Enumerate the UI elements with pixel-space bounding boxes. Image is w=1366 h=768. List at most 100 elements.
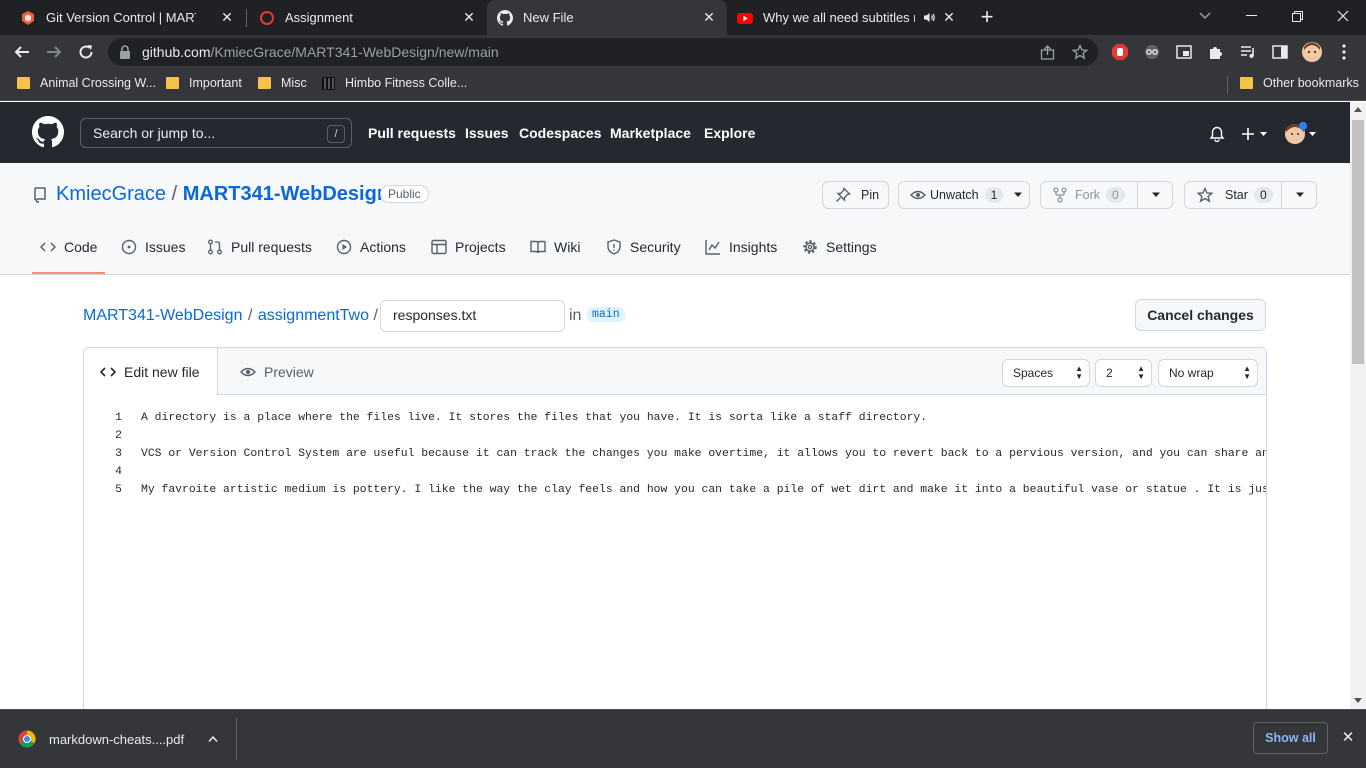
user-avatar-icon[interactable] bbox=[1284, 122, 1320, 146]
search-shortcut-key: / bbox=[327, 125, 345, 143]
create-new-plus-icon[interactable] bbox=[1241, 126, 1269, 142]
bookmark-animal-crossing[interactable]: Animal Crossing W... bbox=[17, 76, 156, 90]
bookmark-misc[interactable]: Misc bbox=[258, 76, 307, 90]
tab-security[interactable]: Security bbox=[606, 239, 681, 255]
tab-git-version-control[interactable]: Git Version Control | MART 341 In ✕ bbox=[0, 0, 245, 35]
picture-in-picture-icon[interactable] bbox=[1174, 42, 1194, 62]
branch-badge: main bbox=[587, 307, 625, 322]
new-tab-button[interactable]: + bbox=[977, 5, 997, 29]
caret-down-icon[interactable] bbox=[1013, 192, 1023, 198]
tab-assignment[interactable]: Assignment ✕ bbox=[247, 0, 487, 35]
fork-button[interactable]: Fork 0 bbox=[1040, 181, 1173, 209]
address-bar[interactable]: github.com/KmiecGrace/MART341-WebDesign/… bbox=[108, 38, 1098, 66]
tab-preview[interactable]: Preview bbox=[218, 348, 314, 396]
tab-search-icon[interactable] bbox=[1182, 0, 1228, 32]
pin-label: Pin bbox=[861, 188, 880, 202]
chrome-menu-icon[interactable] bbox=[1334, 42, 1354, 62]
tab-projects[interactable]: Projects bbox=[431, 239, 506, 255]
tab-wiki[interactable]: Wiki bbox=[530, 239, 580, 255]
extensions-puzzle-icon[interactable] bbox=[1206, 42, 1226, 62]
url-path: /KmiecGrace/MART341-WebDesign/new/main bbox=[210, 44, 499, 60]
page-scrollbar[interactable] bbox=[1350, 102, 1366, 709]
window-close-icon[interactable] bbox=[1320, 0, 1366, 32]
indent-size-select[interactable]: 2 ▲ ▼ bbox=[1095, 359, 1152, 387]
reload-icon[interactable] bbox=[72, 38, 100, 66]
tab-actions[interactable]: Actions bbox=[336, 239, 406, 255]
close-tab-icon[interactable]: ✕ bbox=[701, 9, 717, 25]
wrap-mode-select[interactable]: No wrap ▲ ▼ bbox=[1158, 359, 1258, 387]
issue-icon bbox=[121, 239, 137, 255]
bookmark-important[interactable]: Important bbox=[166, 76, 242, 90]
close-download-bar-icon[interactable]: ✕ bbox=[1338, 728, 1358, 748]
cancel-changes-button[interactable]: Cancel changes bbox=[1135, 299, 1266, 331]
nav-pull-requests[interactable]: Pull requests bbox=[368, 125, 456, 141]
editor-toolbar: Edit new file Preview Spaces ▲ ▼ 2 ▲ ▼ No wr… bbox=[84, 348, 1266, 396]
show-all-button[interactable]: Show all bbox=[1253, 722, 1328, 754]
forward-icon[interactable] bbox=[40, 38, 68, 66]
restore-icon[interactable] bbox=[1274, 0, 1320, 32]
search-input[interactable]: Search or jump to... / bbox=[80, 118, 352, 148]
eye-icon bbox=[240, 367, 256, 377]
notifications-bell-icon[interactable] bbox=[1209, 126, 1225, 142]
nav-codespaces[interactable]: Codespaces bbox=[519, 125, 601, 141]
adblock-icon[interactable] bbox=[1110, 42, 1130, 62]
caret-down-icon[interactable] bbox=[1151, 192, 1161, 198]
breadcrumb-repo-link[interactable]: MART341-WebDesign bbox=[83, 307, 242, 324]
tab-pull-requests[interactable]: Pull requests bbox=[207, 239, 312, 255]
in-label: in bbox=[569, 307, 582, 324]
filename-input[interactable]: responses.txt bbox=[380, 300, 565, 332]
chrome-icon bbox=[18, 730, 36, 748]
tab-issues[interactable]: Issues bbox=[121, 239, 185, 255]
minimize-icon[interactable] bbox=[1228, 0, 1274, 32]
scroll-up-icon[interactable] bbox=[1354, 107, 1362, 112]
browser-tab-strip: Git Version Control | MART 341 In ✕ Assi… bbox=[0, 0, 1366, 35]
tab-insights[interactable]: Insights bbox=[705, 239, 777, 255]
nav-explore[interactable]: Explore bbox=[704, 125, 755, 141]
tab-edit-new-file[interactable]: Edit new file bbox=[84, 348, 218, 396]
indent-mode-select[interactable]: Spaces ▲ ▼ bbox=[1002, 359, 1090, 387]
close-tab-icon[interactable]: ✕ bbox=[219, 9, 235, 25]
active-tab-underline bbox=[32, 272, 105, 274]
other-bookmarks[interactable]: Other bookmarks bbox=[1240, 76, 1359, 90]
close-tab-icon[interactable]: ✕ bbox=[941, 9, 957, 25]
tab-settings[interactable]: Settings bbox=[802, 239, 877, 255]
nav-issues[interactable]: Issues bbox=[465, 125, 509, 141]
repo-owner-link[interactable]: KmiecGrace bbox=[56, 183, 166, 205]
book-icon bbox=[530, 240, 546, 254]
shield-icon bbox=[607, 239, 621, 255]
side-panel-icon[interactable] bbox=[1270, 42, 1290, 62]
star-button[interactable]: Star 0 bbox=[1184, 181, 1317, 209]
share-icon[interactable] bbox=[1040, 45, 1055, 60]
tab-label: Preview bbox=[264, 364, 314, 380]
webpage: Search or jump to... / Pull requests Iss… bbox=[0, 102, 1350, 709]
bookmark-himbo-fitness[interactable]: Himbo Fitness Colle... bbox=[322, 76, 467, 90]
profile-avatar-icon[interactable] bbox=[1302, 42, 1322, 62]
line-number: 1 bbox=[115, 412, 122, 424]
pin-button[interactable]: Pin bbox=[822, 181, 889, 209]
file-editor: Edit new file Preview Spaces ▲ ▼ 2 ▲ ▼ No wr… bbox=[83, 347, 1267, 709]
nav-marketplace[interactable]: Marketplace bbox=[610, 125, 691, 141]
fork-label: Fork bbox=[1075, 188, 1100, 202]
button-divider bbox=[1137, 182, 1138, 208]
scrollbar-thumb[interactable] bbox=[1352, 120, 1364, 364]
close-tab-icon[interactable]: ✕ bbox=[461, 9, 477, 25]
chevron-up-icon[interactable] bbox=[208, 736, 218, 742]
lock-icon[interactable] bbox=[119, 45, 131, 59]
extension-glasses-icon[interactable] bbox=[1142, 42, 1162, 62]
repo-name-link[interactable]: MART341-WebDesign bbox=[183, 183, 389, 205]
tab-new-file[interactable]: New File ✕ bbox=[487, 0, 727, 35]
caret-down-icon[interactable] bbox=[1295, 192, 1305, 198]
tab-code[interactable]: Code bbox=[40, 239, 97, 255]
folder-icon bbox=[17, 77, 30, 89]
github-logo-icon[interactable] bbox=[32, 116, 64, 148]
back-icon[interactable] bbox=[8, 38, 36, 66]
scroll-down-icon[interactable] bbox=[1354, 698, 1362, 703]
download-item[interactable]: markdown-cheats....pdf bbox=[18, 730, 218, 748]
speaker-icon[interactable] bbox=[923, 11, 936, 24]
tab-youtube-video[interactable]: Why we all need subtitles no ✕ bbox=[727, 0, 967, 35]
media-queue-icon[interactable] bbox=[1238, 42, 1258, 62]
bookmark-star-icon[interactable] bbox=[1072, 44, 1088, 60]
unwatch-button[interactable]: Unwatch 1 bbox=[898, 181, 1030, 209]
breadcrumb-folder-link[interactable]: assignmentTwo bbox=[258, 307, 369, 324]
tab-label: Insights bbox=[729, 239, 778, 255]
